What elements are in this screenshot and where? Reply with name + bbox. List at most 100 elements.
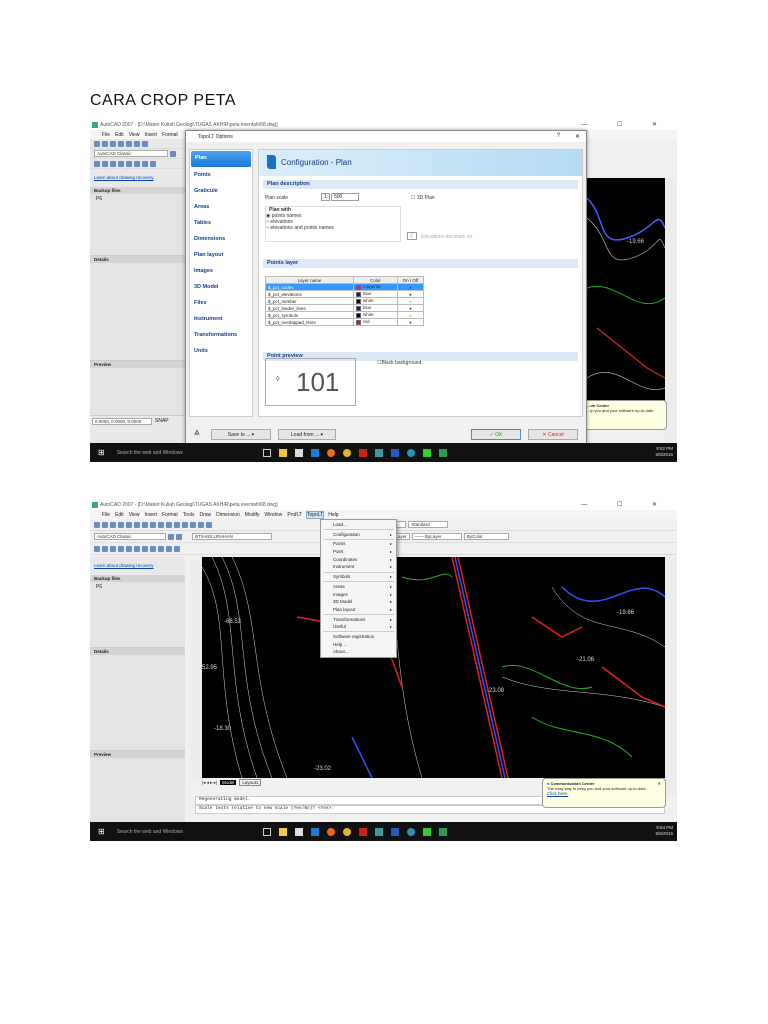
undo-icon[interactable]: [166, 521, 172, 528]
layer-row[interactable]: $_pct_overlapped_texts red ●: [265, 318, 424, 326]
file-explorer-icon[interactable]: [278, 827, 287, 836]
menu-item-load[interactable]: Load...: [321, 521, 396, 529]
menu-file[interactable]: File: [102, 512, 110, 518]
properties-icon[interactable]: [206, 521, 212, 528]
close-button[interactable]: ✕: [575, 133, 580, 140]
menu-item-areas[interactable]: Areas: [321, 583, 396, 591]
tool-icon[interactable]: [126, 545, 132, 552]
bubble-close-button[interactable]: ✕: [658, 781, 661, 786]
store-icon[interactable]: [294, 448, 303, 457]
pan-icon[interactable]: [182, 521, 188, 528]
task-view-icon[interactable]: [262, 827, 271, 836]
menu-item-point[interactable]: Point: [321, 548, 396, 556]
tool-icon[interactable]: [102, 160, 108, 167]
tool-icon[interactable]: [142, 545, 148, 552]
nav-graticule[interactable]: Graticule: [190, 184, 252, 200]
tool-icon[interactable]: [142, 160, 148, 167]
nav-plan-layout[interactable]: Plan layout: [190, 248, 252, 264]
autocad-taskbar-icon[interactable]: [374, 827, 383, 836]
plotstyle-select[interactable]: ByColor: [463, 533, 509, 540]
menu-format[interactable]: Format: [162, 512, 178, 518]
menu-view[interactable]: View: [129, 512, 140, 518]
word-icon[interactable]: [390, 827, 399, 836]
workspace-settings-icon[interactable]: [170, 150, 176, 157]
nav-instrument[interactable]: Instrument: [190, 312, 252, 328]
black-background-checkbox[interactable]: ☐Black background: [377, 360, 421, 366]
table-style-select[interactable]: Standard: [408, 521, 449, 528]
drawing-canvas[interactable]: -19.66: [586, 178, 666, 424]
layer-color[interactable]: blue: [353, 304, 398, 312]
nav-tables[interactable]: Tables: [190, 216, 252, 232]
nav-files[interactable]: Files: [190, 296, 252, 312]
bulb-off-icon[interactable]: ●: [397, 318, 424, 326]
layer-color[interactable]: white: [353, 297, 398, 305]
tool-icon[interactable]: [110, 160, 116, 167]
copy-icon[interactable]: [150, 521, 156, 528]
bulb-on-icon[interactable]: ●: [397, 311, 424, 319]
layer-color[interactable]: white: [353, 311, 398, 319]
menu-item-instrument[interactable]: Instrument: [321, 563, 396, 571]
tool-icon[interactable]: [102, 545, 108, 552]
workspace-select[interactable]: AutoCAD Classic: [94, 533, 166, 540]
workspace-select[interactable]: AutoCAD Classic: [94, 150, 168, 157]
tool-icon[interactable]: [150, 545, 156, 552]
cancel-button[interactable]: ✕ Cancel: [528, 429, 578, 440]
layer-select[interactable]: BTS-KELURAHAN: [192, 533, 272, 540]
menu-help[interactable]: Help: [328, 512, 338, 518]
workspace-settings-icon[interactable]: [168, 533, 174, 540]
bulb-off-icon[interactable]: ●: [397, 283, 424, 291]
drawing-canvas[interactable]: -19.66 -21.06 -23.08 -68.53 -18.30 -23.0…: [201, 556, 666, 779]
menu-topolt[interactable]: TopoLT: [305, 511, 325, 519]
layer-row[interactable]: $_pct_leader_lines blue ●: [265, 304, 424, 312]
save-to-button[interactable]: Save to ... ▾: [211, 429, 271, 440]
layer-row[interactable]: $_pct_codes magenta ●: [265, 283, 424, 291]
publish-icon[interactable]: [134, 140, 140, 147]
menu-dimension[interactable]: Dimension: [216, 512, 240, 518]
plan-scale-input[interactable]: 500: [331, 193, 359, 201]
bulb-on-icon[interactable]: ●: [397, 297, 424, 305]
window-controls[interactable]: — ☐ ✕: [581, 121, 671, 128]
ok-button[interactable]: ✓ OK: [471, 429, 521, 440]
layer-row[interactable]: $_pct_symbols white ●: [265, 311, 424, 319]
tool-icon[interactable]: [150, 160, 156, 167]
windows-start-icon[interactable]: ⊞: [98, 827, 105, 836]
nav-areas[interactable]: Areas: [190, 200, 252, 216]
menu-file[interactable]: File: [102, 132, 110, 138]
tab-model[interactable]: Model: [220, 780, 237, 785]
menu-item-3d-model[interactable]: 3D Model: [321, 598, 396, 606]
chrome-icon[interactable]: [342, 827, 351, 836]
taskbar-search[interactable]: Search the web and Windows: [117, 450, 183, 456]
tool-icon[interactable]: [94, 545, 100, 552]
tool-icon[interactable]: [174, 545, 180, 552]
open-icon[interactable]: [102, 140, 108, 147]
tool-icon[interactable]: [166, 545, 172, 552]
menu-window[interactable]: Window: [265, 512, 283, 518]
zoom-window-icon[interactable]: [198, 521, 204, 528]
menu-view[interactable]: View: [129, 132, 140, 138]
nav-plan[interactable]: Plan: [191, 151, 251, 167]
nav-units[interactable]: Units: [190, 344, 252, 360]
radio-elevations-and-names[interactable]: ○ elevations and points names: [266, 225, 400, 231]
menu-modify[interactable]: Modify: [245, 512, 260, 518]
chrome-icon[interactable]: [342, 448, 351, 457]
edge-icon[interactable]: [310, 448, 319, 457]
open-icon[interactable]: [102, 521, 108, 528]
app-icon[interactable]: [422, 827, 431, 836]
menu-item-useful[interactable]: Useful: [321, 623, 396, 631]
acrobat-icon[interactable]: [358, 827, 367, 836]
tool-icon[interactable]: [110, 545, 116, 552]
help-button[interactable]: ?: [557, 133, 560, 139]
decimals-stepper[interactable]: 2: [407, 232, 417, 240]
layer-manager-icon[interactable]: [176, 533, 182, 540]
autocad-taskbar-icon[interactable]: [374, 448, 383, 457]
print-icon[interactable]: [118, 521, 124, 528]
menu-item-symbols[interactable]: Symbols: [321, 573, 396, 581]
menu-item-about[interactable]: About...: [321, 648, 396, 656]
redo-icon[interactable]: [174, 521, 180, 528]
recovery-link[interactable]: Learn about drawing recovery: [94, 563, 154, 568]
save-icon[interactable]: [110, 140, 116, 147]
bulb-off-icon[interactable]: ●: [397, 290, 424, 298]
nav-transformations[interactable]: Transformations: [190, 328, 252, 344]
menu-draw[interactable]: Draw: [199, 512, 211, 518]
tool-icon[interactable]: [94, 160, 100, 167]
